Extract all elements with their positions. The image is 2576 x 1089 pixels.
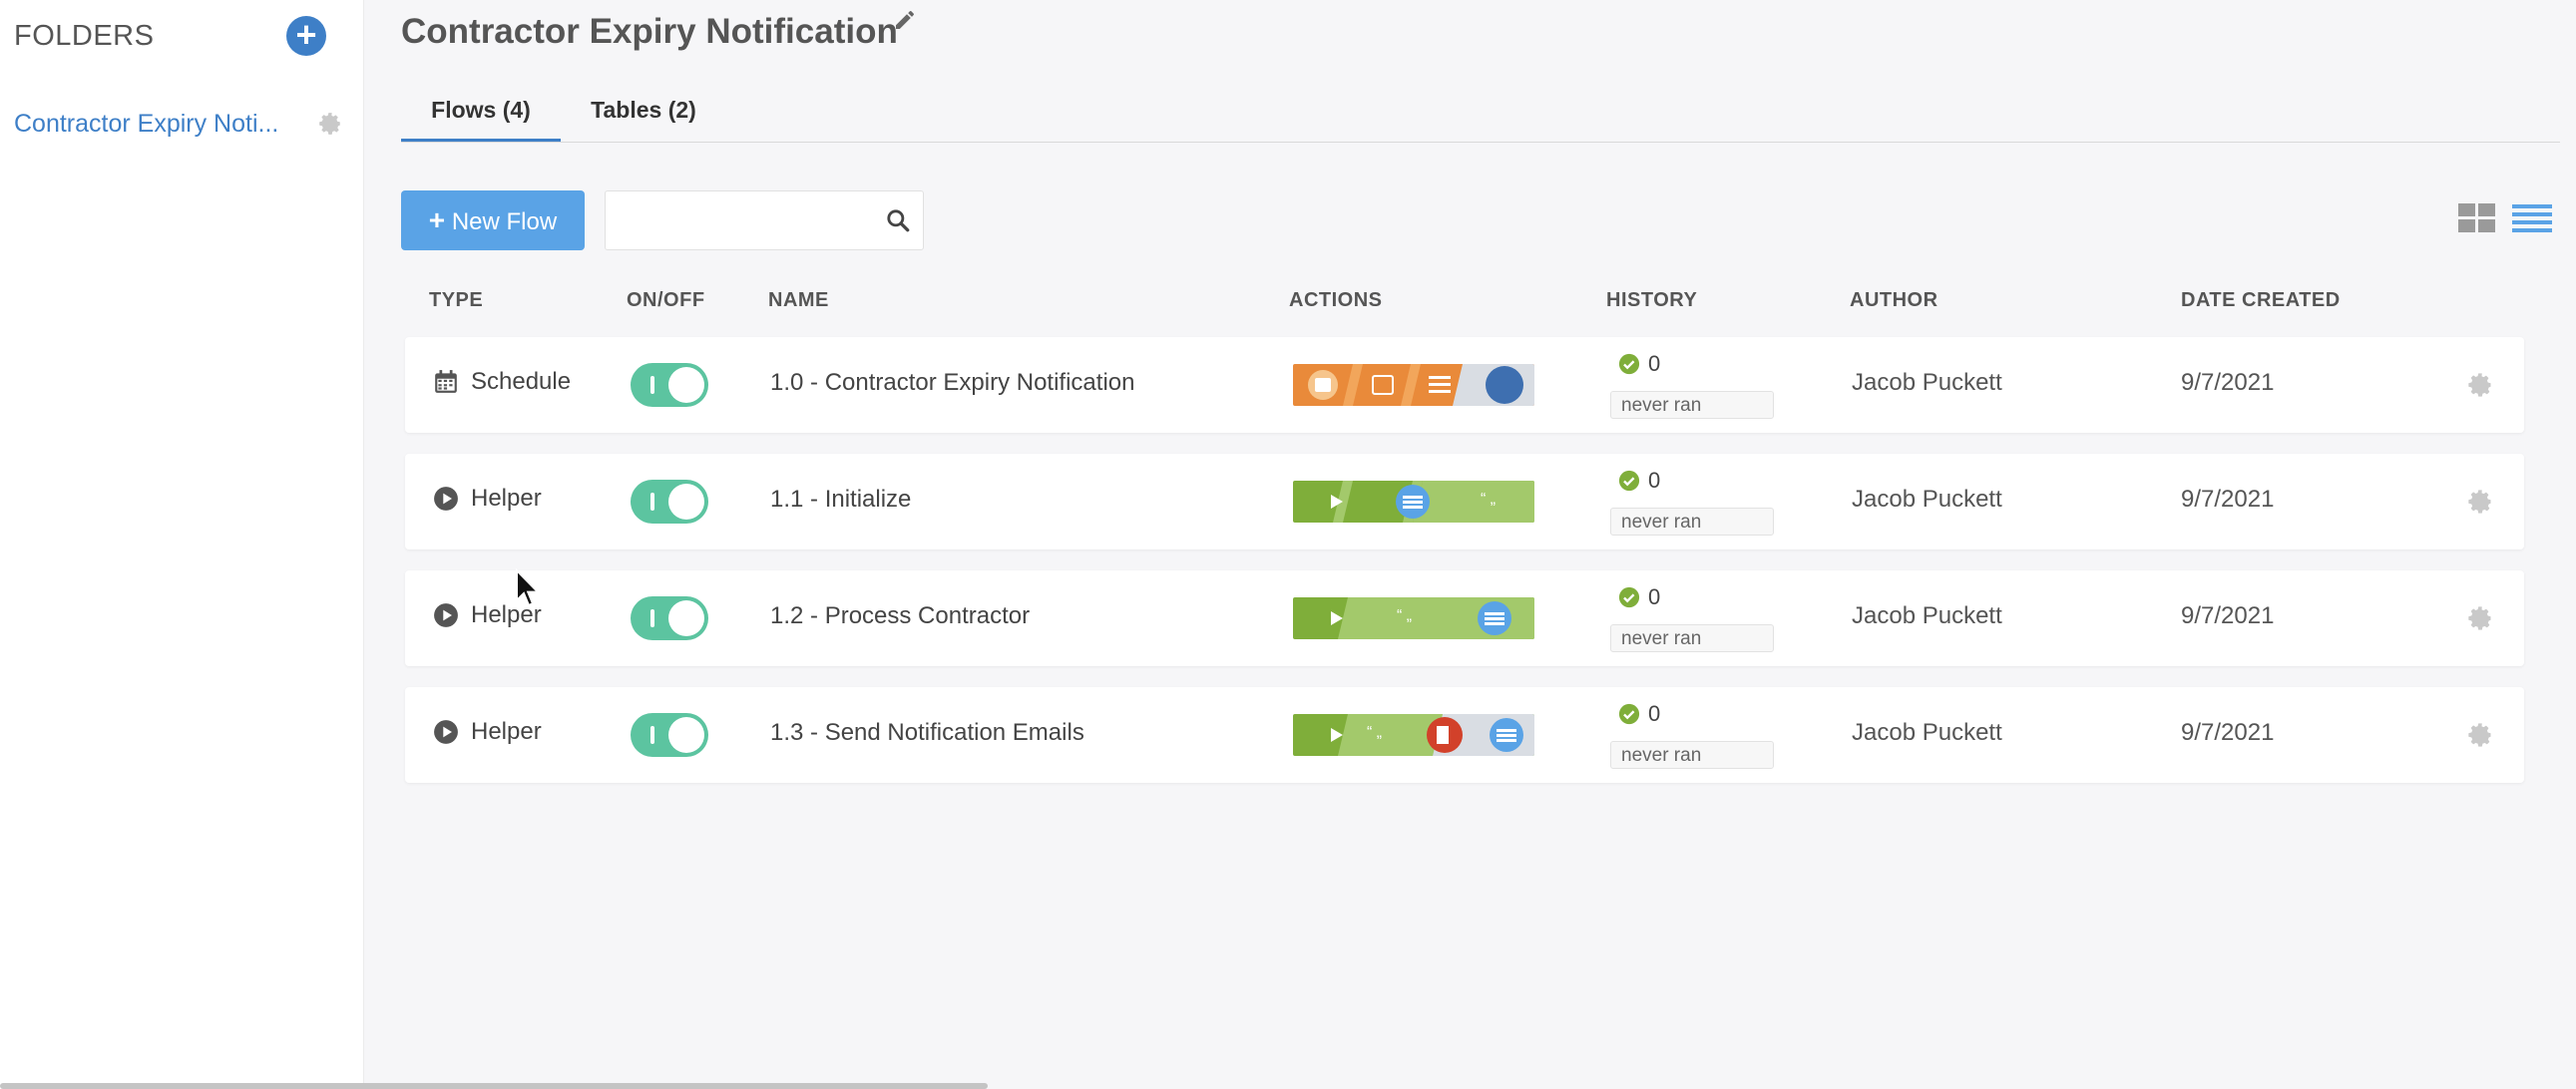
table-row[interactable]: Helper 1.2 - Process Contractor “ „ 0 ne… <box>405 570 2524 666</box>
author: Jacob Puckett <box>1852 719 2002 746</box>
tab-flows[interactable]: Flows (4) <box>401 90 561 142</box>
plus-circle-icon: + <box>295 14 317 55</box>
on-off-toggle[interactable] <box>631 363 708 407</box>
sidebar: FOLDERS + Contractor Expiry Noti... <box>0 0 364 1089</box>
check-circle-icon <box>1618 470 1640 492</box>
table-row[interactable]: Schedule 1.0 - Contractor Expiry Notific… <box>405 337 2524 433</box>
history-count: 0 <box>1618 468 1660 494</box>
actions-strip: “ „ <box>1293 597 1534 639</box>
search-box <box>605 190 924 250</box>
date-created: 9/7/2021 <box>2181 602 2275 629</box>
date-created: 9/7/2021 <box>2181 719 2275 746</box>
history-count-value: 0 <box>1648 584 1661 609</box>
history-count-value: 0 <box>1648 701 1661 726</box>
date-created: 9/7/2021 <box>2181 369 2275 396</box>
type-cell: Schedule <box>433 368 571 396</box>
gear-icon[interactable] <box>2466 371 2494 399</box>
type-label: Helper <box>471 485 542 512</box>
new-flow-button[interactable]: + New Flow <box>401 190 585 250</box>
gear-icon[interactable] <box>2466 488 2494 516</box>
author: Jacob Puckett <box>1852 602 2002 629</box>
new-flow-label: New Flow <box>451 208 558 235</box>
type-cell: Helper <box>433 485 542 513</box>
add-folder-button[interactable]: + <box>286 16 326 56</box>
calendar-icon <box>435 370 457 393</box>
actions-strip: “ „ <box>1293 481 1534 523</box>
table-row[interactable]: Helper 1.1 - Initialize “ „ 0 never ran … <box>405 454 2524 549</box>
type-label: Helper <box>471 718 542 745</box>
table-row[interactable]: Helper 1.3 - Send Notification Emails “ … <box>405 687 2524 783</box>
page-title: Contractor Expiry Notification <box>401 12 898 51</box>
check-circle-icon <box>1618 703 1640 725</box>
actions-strip: “ „ <box>1293 714 1534 756</box>
plus-icon: + <box>428 204 446 235</box>
folder-item[interactable]: Contractor Expiry Noti... <box>14 106 343 142</box>
history-count-value: 0 <box>1648 351 1661 376</box>
author: Jacob Puckett <box>1852 486 2002 513</box>
col-actions: ACTIONS <box>1289 289 1383 311</box>
col-onoff: ON/OFF <box>627 289 705 311</box>
check-circle-icon <box>1618 586 1640 608</box>
history-status-badge: never ran <box>1610 624 1774 652</box>
tab-bar: Flows (4) Tables (2) <box>401 90 2560 143</box>
horizontal-scrollbar[interactable] <box>0 1083 988 1089</box>
gear-icon[interactable] <box>317 111 343 137</box>
date-created: 9/7/2021 <box>2181 486 2275 513</box>
history-status-badge: never ran <box>1610 391 1774 419</box>
svg-text:“ „: “ „ <box>1397 607 1412 624</box>
col-author: AUTHOR <box>1850 289 1938 311</box>
history-count: 0 <box>1618 351 1660 377</box>
type-label: Schedule <box>471 368 572 395</box>
history-count: 0 <box>1618 584 1660 610</box>
type-cell: Helper <box>433 718 542 746</box>
gear-icon[interactable] <box>2466 721 2494 749</box>
history-status-badge: never ran <box>1610 508 1774 536</box>
gear-icon[interactable] <box>2466 604 2494 632</box>
on-off-toggle[interactable] <box>631 480 708 524</box>
list-view-icon[interactable] <box>2512 203 2552 233</box>
history-count: 0 <box>1618 701 1660 727</box>
folder-label: Contractor Expiry Noti... <box>14 109 279 138</box>
svg-text:“ „: “ „ <box>1481 491 1496 508</box>
col-date-created: DATE CREATED <box>2181 289 2341 311</box>
search-input[interactable] <box>614 199 867 243</box>
check-circle-icon <box>1618 353 1640 375</box>
col-name: NAME <box>768 289 829 311</box>
pencil-icon[interactable] <box>893 8 917 32</box>
col-history: HISTORY <box>1606 289 1698 311</box>
svg-text:“ „: “ „ <box>1367 724 1382 741</box>
flow-name[interactable]: 1.2 - Process Contractor <box>770 602 1030 630</box>
history-status-badge: never ran <box>1610 741 1774 769</box>
folders-heading: FOLDERS <box>14 20 155 52</box>
play-circle-icon <box>434 487 458 511</box>
grid-view-icon[interactable] <box>2458 203 2496 233</box>
col-type: TYPE <box>429 289 484 311</box>
search-icon[interactable] <box>885 207 911 233</box>
tab-tables[interactable]: Tables (2) <box>569 90 718 142</box>
actions-strip <box>1293 364 1534 406</box>
mouse-cursor-icon <box>516 568 541 607</box>
on-off-toggle[interactable] <box>631 596 708 640</box>
author: Jacob Puckett <box>1852 369 2002 396</box>
play-circle-icon <box>434 720 458 744</box>
flow-name[interactable]: 1.3 - Send Notification Emails <box>770 719 1084 747</box>
history-count-value: 0 <box>1648 468 1661 493</box>
flow-name[interactable]: 1.1 - Initialize <box>770 486 911 514</box>
on-off-toggle[interactable] <box>631 713 708 757</box>
flow-name[interactable]: 1.0 - Contractor Expiry Notification <box>770 369 1134 397</box>
play-circle-icon <box>434 603 458 627</box>
